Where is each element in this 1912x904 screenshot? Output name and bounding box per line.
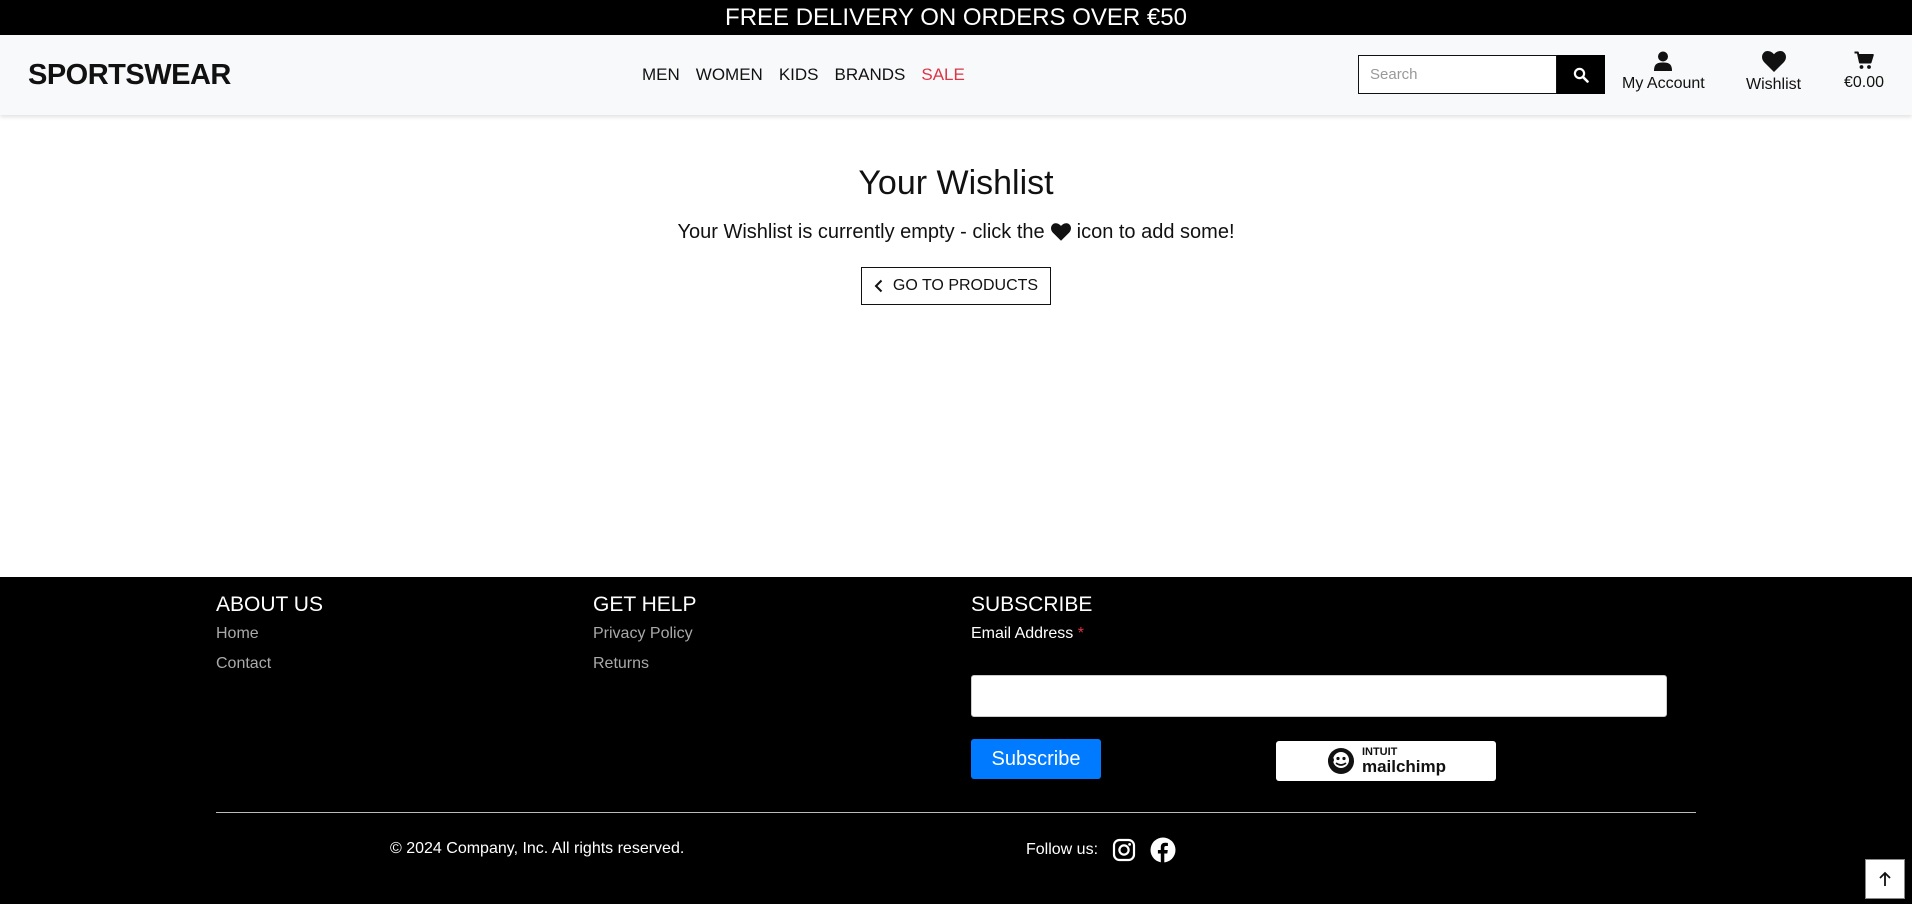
empty-message-end: icon to add some! [1076,220,1235,243]
footer-link-home[interactable]: Home [216,625,323,643]
go-to-products-button[interactable]: GO TO PRODUCTS [861,267,1051,305]
chevron-left-icon [874,279,883,293]
mailchimp-badge[interactable]: INTUIT mailchimp [1276,741,1496,781]
footer-about-heading: ABOUT US [216,593,323,616]
footer-link-contact[interactable]: Contact [216,655,323,673]
site-footer: ABOUT US Home Contact GET HELP Privacy P… [0,577,1912,904]
empty-message: Your Wishlist is currently empty - click… [0,219,1912,245]
go-to-products-label: GO TO PRODUCTS [892,277,1039,294]
footer-link-privacy[interactable]: Privacy Policy [593,625,696,643]
nav-women[interactable]: WOMEN [696,65,763,85]
heart-icon [1050,223,1071,241]
search-icon [1573,67,1589,83]
footer-help: GET HELP Privacy Policy Returns [593,593,696,685]
instagram-icon[interactable] [1112,838,1136,862]
mailchimp-icon [1327,748,1354,774]
empty-message-start: Your Wishlist is currently empty - click… [677,220,1045,243]
promo-banner: FREE DELIVERY ON ORDERS OVER €50 [0,0,1912,35]
footer-about: ABOUT US Home Contact [216,593,323,685]
wishlist-link[interactable]: Wishlist [1746,51,1801,94]
account-label: My Account [1622,75,1705,92]
facebook-icon[interactable] [1150,837,1176,863]
arrow-up-icon [1879,871,1891,886]
cart-total: €0.00 [1844,74,1885,91]
user-icon [1654,51,1673,71]
social-links: Follow us: [1026,837,1176,863]
search-form [1358,55,1605,94]
main-nav: MEN WOMEN KIDS BRANDS SALE [642,65,965,85]
email-label: Email Address * [971,625,1671,643]
mailchimp-text: INTUIT mailchimp [1361,747,1447,776]
search-input[interactable] [1358,55,1557,94]
nav-kids[interactable]: KIDS [779,65,819,85]
site-logo[interactable]: SPORTSWEAR [28,59,231,92]
subscribe-button[interactable]: Subscribe [971,739,1101,779]
account-link[interactable]: My Account [1622,51,1705,93]
search-button[interactable] [1557,55,1605,94]
back-to-top-button[interactable] [1865,859,1905,899]
nav-sale[interactable]: SALE [921,65,964,85]
footer-subscribe-heading: SUBSCRIBE [971,593,1093,616]
cart-link[interactable]: €0.00 [1844,51,1884,92]
footer-help-heading: GET HELP [593,593,697,616]
wishlist-label: Wishlist [1746,76,1802,93]
email-field[interactable] [971,675,1667,717]
page-title: Your Wishlist [858,164,1054,202]
footer-divider [216,812,1696,813]
nav-men[interactable]: MEN [642,65,680,85]
required-mark: * [1077,625,1084,642]
wishlist-content: Your Wishlist Your Wishlist is currently… [0,160,1912,305]
promo-text: FREE DELIVERY ON ORDERS OVER €50 [725,3,1187,31]
cart-icon [1854,51,1874,69]
footer-link-returns[interactable]: Returns [593,655,696,673]
site-header: SPORTSWEAR MEN WOMEN KIDS BRANDS SALE My… [0,35,1912,115]
nav-brands[interactable]: BRANDS [835,65,906,85]
heart-icon [1761,51,1786,72]
mailchimp-brand-bottom: mailchimp [1361,757,1447,776]
footer-subscribe: SUBSCRIBE Email Address * Subscribe INTU… [971,593,1671,793]
email-label-text: Email Address [971,625,1074,642]
copyright: © 2024 Company, Inc. All rights reserved… [390,840,685,857]
follow-label: Follow us: [1026,841,1099,858]
